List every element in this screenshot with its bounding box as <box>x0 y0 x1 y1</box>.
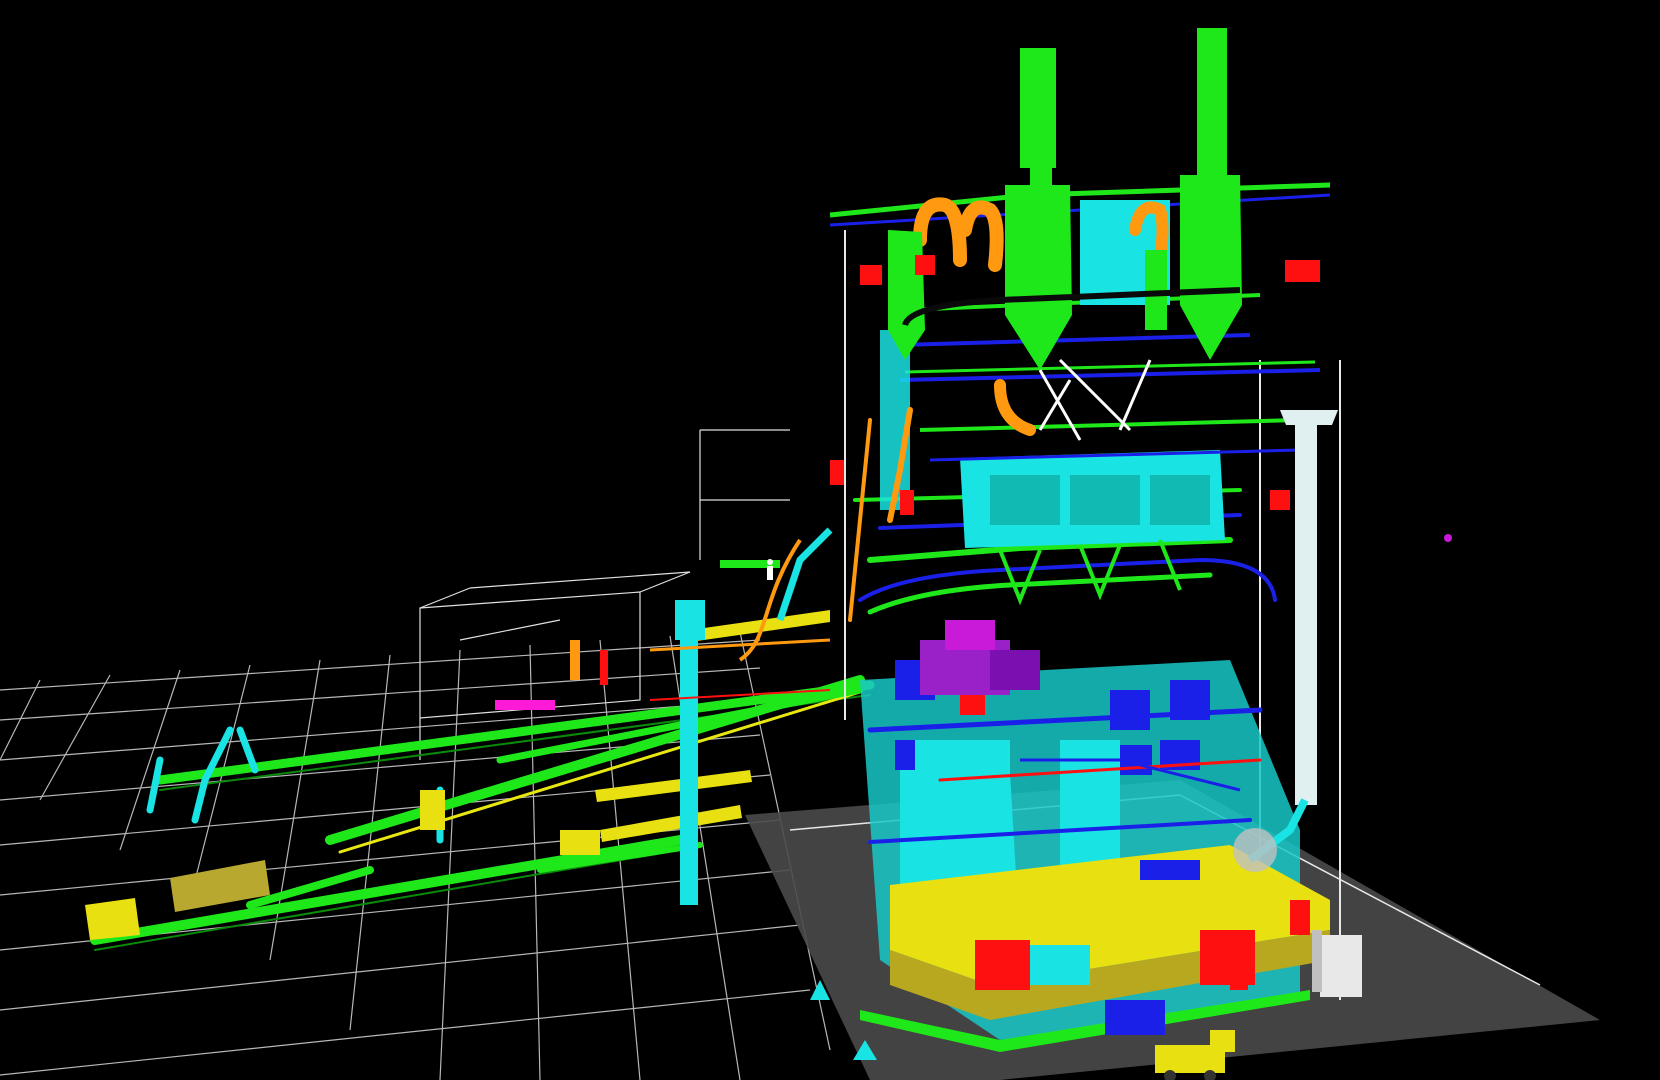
grid-line <box>0 989 811 1076</box>
3d-plant-model-viewport[interactable] <box>0 0 1660 1080</box>
wireframe-building <box>419 429 790 760</box>
cyclone-stack-2 <box>1180 28 1242 360</box>
magenta-machinery <box>920 620 1040 695</box>
ground-grid <box>0 631 831 1080</box>
grid-line <box>119 669 181 851</box>
plant-model-canvas[interactable] <box>0 0 1660 1080</box>
cyclone-4 <box>1145 250 1167 330</box>
control-cabinet-icon <box>1312 930 1362 997</box>
grid-line <box>0 639 761 691</box>
grid-line <box>39 674 111 801</box>
cyclone-stack-1 <box>1005 48 1072 370</box>
main-plant-structure <box>829 28 1341 1052</box>
worker-figure-icon <box>767 559 773 580</box>
